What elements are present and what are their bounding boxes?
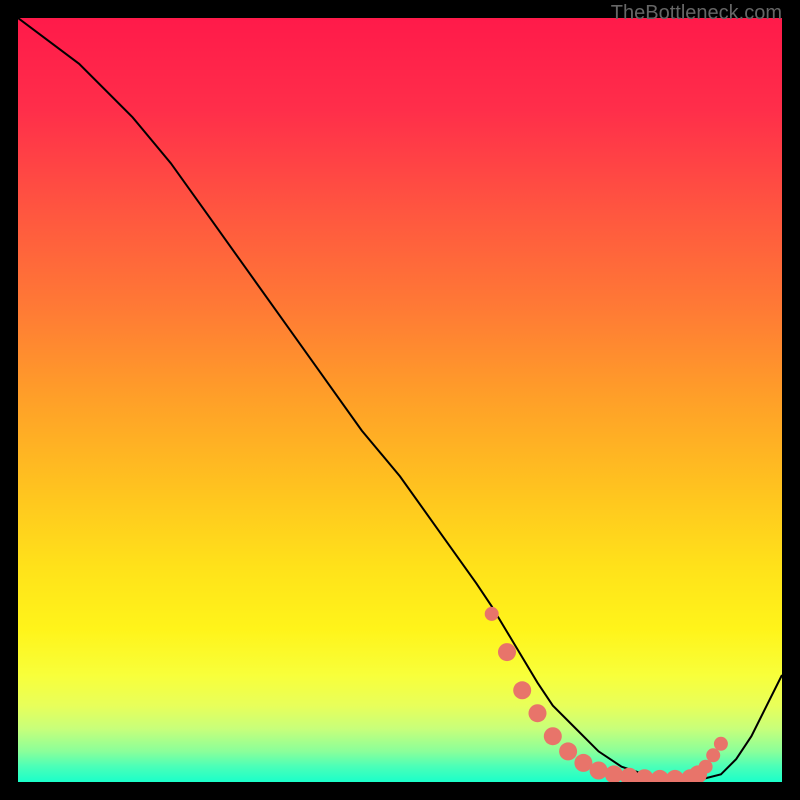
data-point bbox=[714, 737, 728, 751]
data-point bbox=[699, 760, 713, 774]
bottleneck-chart bbox=[18, 18, 782, 782]
data-point bbox=[590, 762, 608, 780]
data-point bbox=[544, 727, 562, 745]
data-point bbox=[529, 704, 547, 722]
watermark-text: TheBottleneck.com bbox=[611, 2, 782, 25]
data-point bbox=[498, 643, 516, 661]
gradient-background bbox=[18, 18, 782, 782]
data-point bbox=[559, 742, 577, 760]
data-point bbox=[706, 748, 720, 762]
data-point bbox=[485, 607, 499, 621]
data-point bbox=[513, 681, 531, 699]
